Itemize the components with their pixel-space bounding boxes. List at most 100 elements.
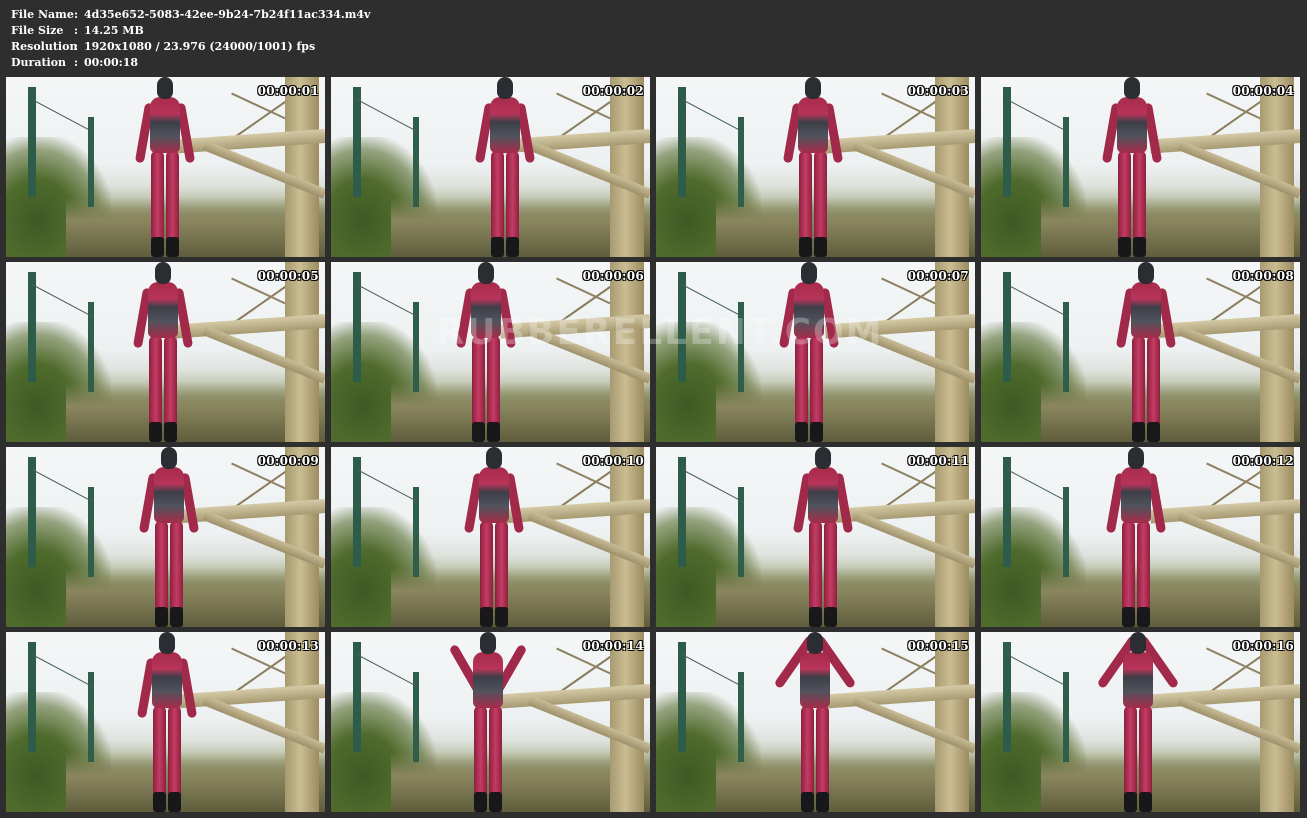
video-thumbnail[interactable]: 00:00:01: [6, 77, 325, 257]
figure-leg: [474, 706, 487, 802]
figure-leg: [1124, 706, 1137, 802]
file-name-label: File Name: [11, 8, 74, 21]
thumbnail-timestamp: 00:00:13: [257, 639, 319, 653]
thumbnail-timestamp: 00:00:06: [582, 269, 644, 283]
video-thumbnail[interactable]: 00:00:05: [6, 262, 325, 442]
figure-boot: [1124, 792, 1137, 812]
figure-leg: [480, 521, 493, 617]
fence-wire: [681, 469, 745, 503]
fence-wire: [681, 99, 745, 133]
figure-leg: [506, 151, 519, 247]
video-thumbnail[interactable]: 00:00:11: [656, 447, 975, 627]
fence-wire: [1006, 469, 1070, 503]
thumbnail-timestamp: 00:00:09: [257, 454, 319, 468]
video-thumbnail[interactable]: 00:00:09: [6, 447, 325, 627]
fence-post: [1003, 457, 1011, 567]
figure-leg: [1118, 151, 1131, 247]
figure-head: [807, 632, 823, 654]
video-thumbnail[interactable]: 00:00:15: [656, 632, 975, 812]
video-thumbnail[interactable]: 00:00:02: [331, 77, 650, 257]
fence-wire: [356, 284, 420, 318]
figure-boot: [1139, 792, 1152, 812]
fence-post: [678, 272, 686, 382]
figure: [778, 262, 840, 442]
figure-boot: [1132, 422, 1145, 442]
wooden-post: [610, 447, 644, 627]
video-thumbnail[interactable]: 00:00:10: [331, 447, 650, 627]
fence-post: [353, 272, 361, 382]
figure-leg: [810, 336, 823, 432]
figure-boot: [170, 607, 183, 627]
video-thumbnail[interactable]: 00:00:07: [656, 262, 975, 442]
thumbnail-timestamp: 00:00:04: [1232, 84, 1294, 98]
figure-boot: [814, 237, 827, 257]
file-size-row: File Size : 14.25 MB: [11, 23, 370, 39]
figure-torso: [798, 97, 828, 153]
figure-boot: [472, 422, 485, 442]
figure-leg: [151, 151, 164, 247]
figure-head: [1130, 632, 1146, 654]
figure-leg: [489, 706, 502, 802]
figure-boot: [153, 792, 166, 812]
wooden-post: [1260, 262, 1294, 442]
file-name-row: File Name : 4d35e652-5083-42ee-9b24-7b24…: [11, 7, 370, 23]
thumbnail-timestamp: 00:00:01: [257, 84, 319, 98]
wooden-post: [935, 262, 969, 442]
figure-leg: [149, 336, 162, 432]
video-thumbnail[interactable]: 00:00:04: [981, 77, 1300, 257]
fence-wire: [356, 654, 420, 688]
thumbnail-timestamp: 00:00:11: [907, 454, 969, 468]
fence-post: [678, 457, 686, 567]
wooden-post: [1260, 447, 1294, 627]
figure-boot: [809, 607, 822, 627]
wooden-post: [935, 77, 969, 257]
figure-boot: [1118, 237, 1131, 257]
figure-boot: [149, 422, 162, 442]
figure-torso: [800, 652, 830, 708]
figure: [1115, 262, 1177, 442]
figure-boot: [795, 422, 808, 442]
video-thumbnail[interactable]: 00:00:03: [656, 77, 975, 257]
figure-boot: [816, 792, 829, 812]
file-name-value: 4d35e652-5083-42ee-9b24-7b24f11ac334.m4v: [84, 8, 371, 21]
fence-post: [1003, 272, 1011, 382]
video-thumbnail[interactable]: 00:00:14: [331, 632, 650, 812]
fence-wire: [31, 469, 95, 503]
figure-torso: [154, 467, 184, 523]
wooden-post: [610, 262, 644, 442]
fence-post: [28, 457, 36, 567]
figure-boot: [487, 422, 500, 442]
fence-wire: [1006, 284, 1070, 318]
figure-boot: [168, 792, 181, 812]
figure-leg: [1147, 336, 1160, 432]
figure-boot: [810, 422, 823, 442]
fence-post: [28, 272, 36, 382]
thumbnail-timestamp: 00:00:07: [907, 269, 969, 283]
figure-boot: [1147, 422, 1160, 442]
figure-leg: [491, 151, 504, 247]
wooden-post: [1260, 632, 1294, 812]
figure-leg: [801, 706, 814, 802]
figure-head: [157, 77, 173, 99]
figure-boot: [164, 422, 177, 442]
video-thumbnail[interactable]: 00:00:08: [981, 262, 1300, 442]
figure-head: [478, 262, 494, 284]
figure-torso: [1117, 97, 1147, 153]
video-thumbnail[interactable]: 00:00:06: [331, 262, 650, 442]
fence-wire: [356, 469, 420, 503]
thumbnail-timestamp: 00:00:16: [1232, 639, 1294, 653]
video-thumbnail[interactable]: 00:00:13: [6, 632, 325, 812]
figure-head: [486, 447, 502, 469]
colon: :: [74, 40, 79, 53]
figure-torso: [490, 97, 520, 153]
thumbnail-timestamp: 00:00:02: [582, 84, 644, 98]
thumbnail-timestamp: 00:00:15: [907, 639, 969, 653]
figure-leg: [1122, 521, 1135, 617]
figure-boot: [1137, 607, 1150, 627]
fence-wire: [1006, 654, 1070, 688]
video-thumbnail[interactable]: 00:00:12: [981, 447, 1300, 627]
video-thumbnail[interactable]: 00:00:16: [981, 632, 1300, 812]
figure-leg: [1132, 336, 1145, 432]
figure-leg: [155, 521, 168, 617]
figure-leg: [799, 151, 812, 247]
